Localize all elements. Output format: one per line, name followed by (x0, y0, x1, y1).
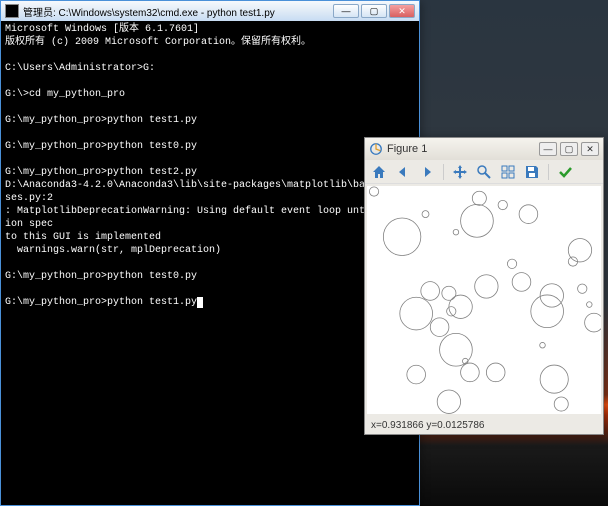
bubble (447, 307, 456, 316)
figure-window-controls: — ▢ ✕ (539, 142, 599, 156)
figure-titlebar[interactable]: Figure 1 — ▢ ✕ (365, 138, 603, 160)
bubble (453, 229, 459, 235)
bubble (587, 302, 593, 308)
home-button[interactable] (369, 162, 389, 182)
bubble (421, 282, 440, 301)
cursor (197, 297, 203, 308)
back-button[interactable] (393, 162, 413, 182)
zoom-button[interactable] (474, 162, 494, 182)
toolbar-separator (443, 164, 444, 180)
console-titlebar[interactable]: 管理员: C:\Windows\system32\cmd.exe - pytho… (1, 1, 419, 21)
bubble (507, 259, 516, 268)
bubble (461, 205, 494, 238)
bubble (531, 295, 564, 328)
minimize-button[interactable]: — (333, 4, 359, 18)
bubble (554, 397, 568, 411)
figure-minimize-button[interactable]: — (539, 142, 557, 156)
bubble (442, 286, 456, 300)
maximize-button[interactable]: ▢ (361, 4, 387, 18)
matplotlib-icon (369, 142, 383, 156)
bubble (430, 318, 449, 337)
bubble (568, 239, 591, 262)
ok-button[interactable] (555, 162, 575, 182)
cursor-coordinates: x=0.931866 y=0.0125786 (371, 420, 484, 431)
bubble (440, 333, 473, 366)
bubble (578, 284, 587, 293)
bubble (407, 365, 426, 384)
bubble (585, 313, 601, 332)
figure-maximize-button[interactable]: ▢ (560, 142, 578, 156)
save-button[interactable] (522, 162, 542, 182)
bubble (540, 365, 568, 393)
bubble (472, 191, 486, 205)
bubble (498, 200, 507, 209)
forward-button[interactable] (417, 162, 437, 182)
figure-close-button[interactable]: ✕ (581, 142, 599, 156)
bubble (486, 363, 505, 382)
figure-title: Figure 1 (387, 143, 539, 155)
bubble (512, 273, 531, 292)
figure-status-bar: x=0.931866 y=0.0125786 (365, 416, 603, 434)
figure-canvas[interactable] (367, 186, 601, 414)
figure-toolbar (365, 160, 603, 184)
bubble (383, 218, 420, 255)
console-output[interactable]: Microsoft Windows [版本 6.1.7601] 版权所有 (c)… (1, 21, 419, 505)
figure-window: Figure 1 — ▢ ✕ (364, 137, 604, 435)
bubble (461, 363, 480, 382)
pan-button[interactable] (450, 162, 470, 182)
bubble (540, 342, 546, 348)
bubble (519, 205, 538, 224)
console-window: 管理员: C:\Windows\system32\cmd.exe - pytho… (0, 0, 420, 506)
console-title: 管理员: C:\Windows\system32\cmd.exe - pytho… (23, 4, 333, 19)
bubble (369, 187, 378, 196)
bubble (400, 297, 433, 330)
bubble (437, 390, 460, 413)
bubble (422, 211, 429, 218)
toolbar-separator (548, 164, 549, 180)
close-button[interactable]: ✕ (389, 4, 415, 18)
cmd-icon (5, 4, 19, 18)
window-controls: — ▢ ✕ (333, 4, 415, 18)
subplots-button[interactable] (498, 162, 518, 182)
bubble (475, 275, 498, 298)
